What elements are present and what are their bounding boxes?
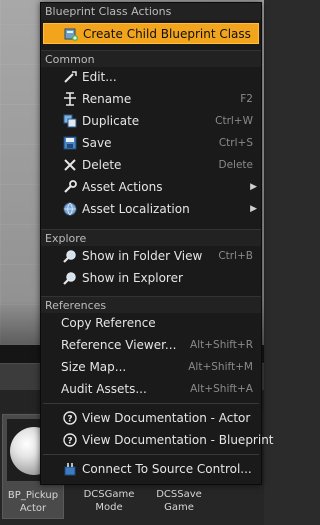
svg-text:?: ? (67, 437, 72, 447)
item-label: Delete (82, 158, 122, 172)
item-shortcut: Ctrl+W (215, 115, 253, 127)
size-map-item[interactable]: Size Map... Alt+Shift+M (43, 357, 259, 378)
duplicate-icon (63, 114, 77, 128)
create-child-blueprint-item[interactable]: Create Child Blueprint Class (43, 23, 259, 44)
globe-icon (63, 202, 77, 216)
item-shortcut: Ctrl+B (218, 250, 253, 262)
item-label: Show in Folder View (82, 249, 203, 263)
item-label: View Documentation - Actor (82, 411, 251, 425)
section-header-references: References (41, 296, 261, 313)
item-shortcut: Delete (218, 159, 254, 171)
asset-label: DCSSave Game (156, 489, 202, 513)
item-label: Asset Localization (82, 202, 190, 216)
view-documentation-actor-item[interactable]: ? View Documentation - Actor (43, 408, 259, 429)
save-icon (63, 136, 77, 150)
reference-viewer-item[interactable]: Reference Viewer... Alt+Shift+R (43, 335, 259, 356)
item-label: Copy Reference (61, 316, 156, 330)
copy-reference-item[interactable]: Copy Reference (43, 313, 259, 334)
item-label: Size Map... (61, 360, 127, 374)
connect-source-control-item[interactable]: Connect To Source Control... (43, 459, 259, 480)
help-icon: ? (63, 411, 77, 425)
item-label: Edit... (82, 70, 117, 84)
item-label: Save (82, 136, 112, 150)
magnifier-icon (63, 249, 77, 263)
asset-actions-item[interactable]: Asset Actions ▶ (43, 177, 259, 198)
submenu-arrow-icon: ▶ (250, 204, 257, 214)
magnifier-icon (63, 271, 77, 285)
section-header-explore: Explore (41, 229, 261, 246)
item-label: View Documentation - Blueprint (82, 433, 274, 447)
item-shortcut: Ctrl+S (218, 137, 253, 149)
asset-label: DCSGame Mode (83, 489, 135, 513)
item-label: Rename (82, 92, 132, 106)
show-in-explorer-item[interactable]: Show in Explorer (43, 268, 259, 289)
source-control-icon (63, 462, 77, 476)
save-item[interactable]: Save Ctrl+S (43, 133, 259, 154)
wrench-icon (63, 180, 77, 194)
view-documentation-blueprint-item[interactable]: ? View Documentation - Blueprint (43, 430, 274, 451)
show-in-folder-view-item[interactable]: Show in Folder View Ctrl+B (43, 246, 259, 267)
item-label: Create Child Blueprint Class (83, 27, 251, 41)
item-label: Asset Actions (82, 180, 163, 194)
item-label: Audit Assets... (61, 382, 147, 396)
item-shortcut: Alt+Shift+R (190, 339, 253, 351)
asset-localization-item[interactable]: Asset Localization ▶ (43, 199, 259, 220)
item-shortcut: Alt+Shift+A (190, 383, 253, 395)
section-header-blueprint: Blueprint Class Actions (41, 3, 261, 20)
svg-text:?: ? (67, 415, 72, 425)
submenu-arrow-icon: ▶ (250, 182, 257, 192)
edit-wand-icon (63, 70, 77, 84)
rename-item[interactable]: Rename F2 (43, 89, 259, 110)
asset-context-menu: Blueprint Class Actions Create Child Blu… (40, 2, 274, 485)
item-label: Connect To Source Control... (82, 462, 252, 476)
section-header-common: Common (41, 50, 261, 67)
edit-item[interactable]: Edit... (43, 67, 259, 88)
asset-label: BP_Pickup Actor (7, 490, 59, 514)
item-label: Show in Explorer (82, 271, 183, 285)
item-label: Reference Viewer... (61, 338, 177, 352)
audit-assets-item[interactable]: Audit Assets... Alt+Shift+A (43, 379, 259, 400)
blueprint-child-icon (64, 27, 78, 41)
delete-item[interactable]: Delete Delete (43, 155, 259, 176)
duplicate-item[interactable]: Duplicate Ctrl+W (43, 111, 259, 132)
rename-icon (63, 92, 77, 106)
item-label: Duplicate (82, 114, 140, 128)
item-shortcut: F2 (240, 93, 253, 105)
delete-icon (63, 158, 77, 172)
help-icon: ? (63, 433, 77, 447)
item-shortcut: Alt+Shift+M (188, 361, 253, 373)
menu-divider (43, 403, 259, 404)
menu-divider (43, 454, 259, 455)
